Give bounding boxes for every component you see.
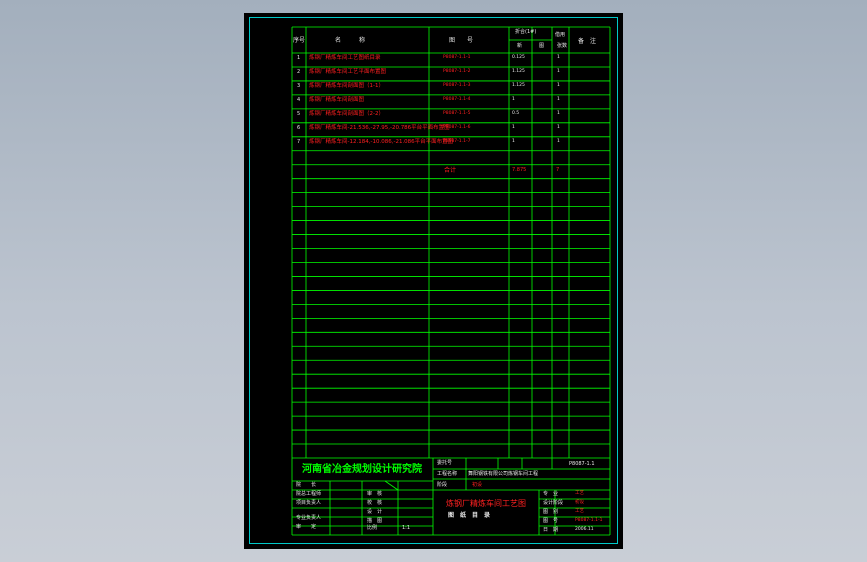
meta-value: 工艺 xyxy=(575,491,584,496)
row-number: 3 xyxy=(297,82,301,89)
row-drawing-code: P8087-1.1-2 xyxy=(443,68,471,74)
scale-label: 比例 xyxy=(367,525,378,531)
meta-label: 图 号 xyxy=(543,518,559,524)
project-code: P8087-1.1 xyxy=(569,461,595,467)
row-drawing-name: 炼钢厂精炼车间-12.184,-10.086,-21.086平台平面布置图 xyxy=(309,138,454,145)
header-prev: 借用 xyxy=(555,32,566,38)
review-role-label: 设 计 xyxy=(367,509,383,515)
stage-value: 初设 xyxy=(472,482,483,488)
row-drawing-name: 炼钢厂精炼车间剖面图 xyxy=(309,96,365,103)
header-sheets: 折合(1#) xyxy=(515,29,537,35)
row-pages: 1 xyxy=(557,124,560,130)
institute-name: 河南省冶金规划设计研究院 xyxy=(302,464,422,475)
row-drawing-name: 炼钢厂精炼车间工艺图纸目录 xyxy=(309,55,381,61)
row-drawing-name: 炼钢厂精炼车间-21.536,-27.95,-20.786平台平面布置图 xyxy=(309,124,450,131)
row-number: 2 xyxy=(297,68,301,75)
meta-value: 初设 xyxy=(575,500,584,505)
total-pages: 7 xyxy=(556,167,560,173)
row-sheet-qty: 0.5 xyxy=(512,110,520,116)
review-role-label: 审 核 xyxy=(367,491,383,497)
meta-label: 日 期 xyxy=(543,527,559,533)
row-drawing-name: 炼钢厂精炼车间剖面图（2-2） xyxy=(309,110,384,117)
row-pages: 1 xyxy=(557,55,560,60)
meta-label: 图 别 xyxy=(543,509,559,515)
header-remark: 备 注 xyxy=(578,38,597,45)
review-role-label: 描 图 xyxy=(367,518,383,524)
role-label: 审 定 xyxy=(296,524,317,530)
row-pages: 1 xyxy=(557,82,560,88)
drawing-subtitle: 图 纸 目 录 xyxy=(448,512,491,519)
row-number: 4 xyxy=(297,96,301,103)
role-label: 专业负责人 xyxy=(296,515,322,521)
review-role-label: 校 核 xyxy=(367,500,383,506)
header-count: 张数 xyxy=(557,43,568,49)
row-pages: 1 xyxy=(557,138,560,144)
row-sheet-qty: 0.125 xyxy=(512,55,525,60)
project-code-label: 委托号 xyxy=(437,460,453,466)
row-drawing-code: P8087-1.1-6 xyxy=(443,124,471,130)
stage-label: 阶段 xyxy=(437,482,448,488)
row-number: 1 xyxy=(297,55,301,61)
total-qty: 7.875 xyxy=(512,167,527,173)
meta-value: 工艺 xyxy=(575,509,584,514)
row-drawing-code: P8087-1.1-5 xyxy=(443,110,471,116)
total-label: 合计 xyxy=(444,167,457,174)
role-label: 院总工程师 xyxy=(296,491,322,497)
meta-label: 设计阶段 xyxy=(543,500,564,506)
row-sheet-qty: 1.125 xyxy=(512,68,525,74)
row-sheet-qty: 1 xyxy=(512,124,515,130)
row-pages: 1 xyxy=(557,68,560,74)
row-drawing-code: P8087-1.1-1 xyxy=(443,55,471,60)
meta-value: 2006.11 xyxy=(575,527,594,532)
header-drawing-no: 图 号 xyxy=(449,37,474,44)
row-number: 6 xyxy=(297,124,301,131)
project-name: 舞阳钢铁有限公司炼钢车间工程 xyxy=(468,471,539,477)
row-sheet-qty: 1 xyxy=(512,138,515,144)
row-sheet-qty: 1 xyxy=(512,96,515,102)
meta-value: P8087-1.1-1 xyxy=(575,518,603,523)
header-new: 新 xyxy=(517,43,523,49)
row-number: 7 xyxy=(297,138,301,145)
row-drawing-code: P8087-1.1-4 xyxy=(443,96,471,102)
row-pages: 1 xyxy=(557,96,560,102)
row-number: 5 xyxy=(297,110,301,117)
header-name: 名 称 xyxy=(335,37,366,44)
row-sheet-qty: 1.125 xyxy=(512,82,525,88)
row-pages: 1 xyxy=(557,110,560,116)
role-label: 院 长 xyxy=(296,482,317,488)
project-name-label: 工程名称 xyxy=(437,471,458,477)
role-label: 项目负责人 xyxy=(296,500,322,506)
row-drawing-code: P8087-1.1-3 xyxy=(443,82,471,88)
drawing-title: 炼钢厂精炼车间工艺图 xyxy=(446,499,526,508)
header-ref: 图 xyxy=(539,43,545,49)
row-drawing-code: P8087-1.1-7 xyxy=(443,138,471,144)
scale-value: 1:1 xyxy=(402,525,411,531)
row-drawing-name: 炼钢厂精炼车间剖面图（1-1） xyxy=(309,82,384,89)
meta-label: 专 业 xyxy=(543,491,559,497)
row-drawing-name: 炼钢厂精炼车间工艺平面布置图 xyxy=(309,68,387,75)
header-no: 序号 xyxy=(293,37,306,44)
